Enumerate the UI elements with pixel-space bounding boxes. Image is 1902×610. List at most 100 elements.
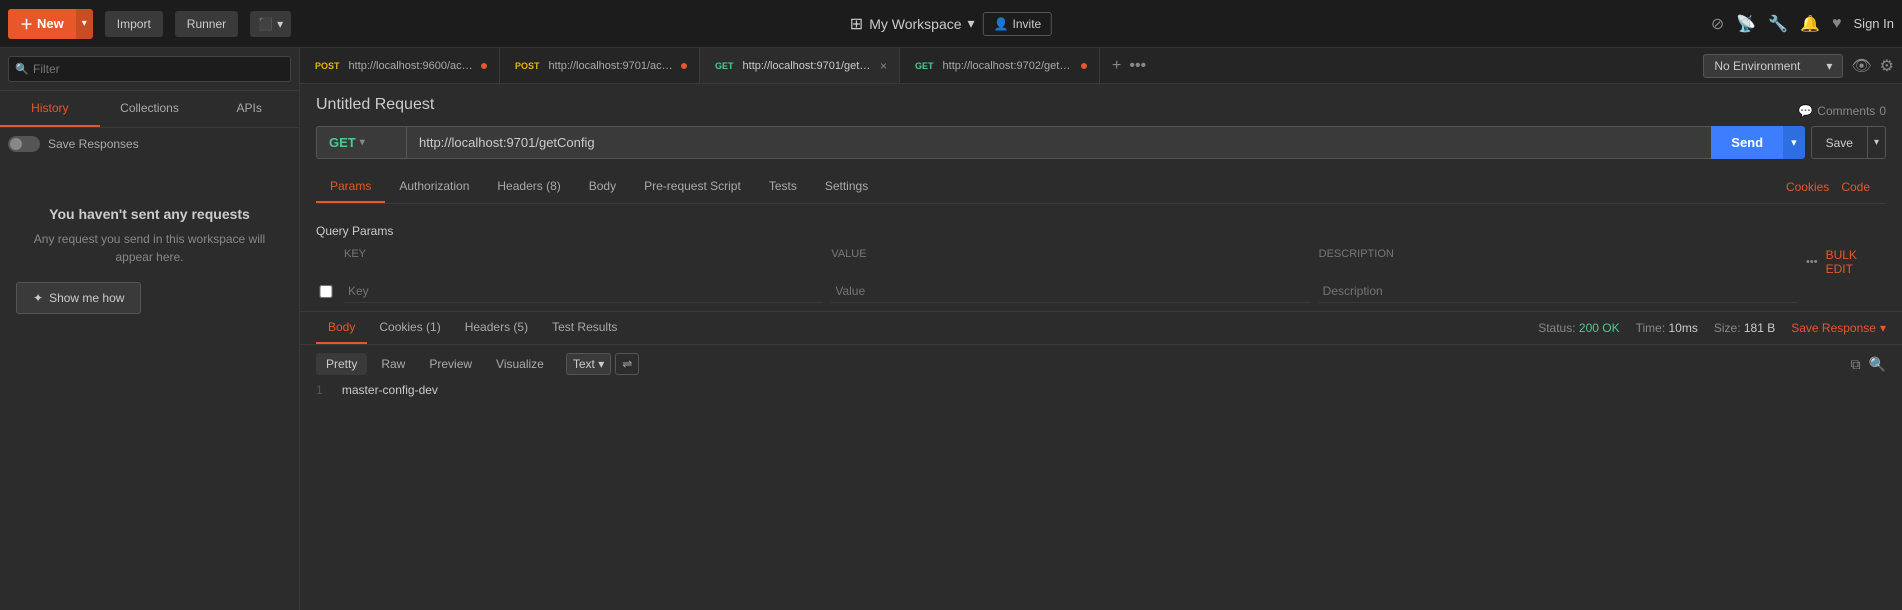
tab-dot-1 <box>681 63 687 69</box>
sidebar-tab-history[interactable]: History <box>0 91 100 127</box>
param-value-input[interactable] <box>831 280 1310 303</box>
bulk-edit-button[interactable]: Bulk Edit <box>1826 248 1886 276</box>
sidebar-content: You haven't sent any requests Any reques… <box>0 160 299 610</box>
save-dropdown-button[interactable]: ▾ <box>1868 126 1886 159</box>
send-btn-group: Send ▾ <box>1711 126 1804 159</box>
param-description-input[interactable] <box>1319 280 1798 303</box>
signin-button[interactable]: Sign In <box>1854 16 1894 31</box>
send-button[interactable]: Send <box>1711 126 1783 159</box>
person-icon: 👤 <box>994 17 1009 31</box>
sidebar-tab-collections[interactable]: Collections <box>100 91 200 127</box>
save-button[interactable]: Save <box>1811 126 1868 159</box>
send-label: Send <box>1731 135 1763 150</box>
request-tabs: POST http://localhost:9600/actuat... POS… <box>300 48 1902 84</box>
resp-tab-body[interactable]: Body <box>316 312 367 344</box>
url-input[interactable] <box>406 126 1711 159</box>
comment-icon: 💬 <box>1798 104 1813 118</box>
runner-button[interactable]: Runner <box>175 11 238 37</box>
param-tabs: Params Authorization Headers (8) Body Pr… <box>316 171 1770 203</box>
param-tab-body[interactable]: Body <box>575 171 630 203</box>
filter-input[interactable] <box>8 56 291 82</box>
param-tab-prerequest[interactable]: Pre-request Script <box>630 171 755 203</box>
param-checkbox[interactable] <box>316 285 336 298</box>
tests-tab-label: Tests <box>769 179 797 193</box>
method-selector[interactable]: GET ▾ <box>316 126 406 159</box>
description-header: DESCRIPTION <box>1319 248 1798 276</box>
status-value: 200 OK <box>1579 321 1620 335</box>
sidebar-search-area: 🔍 <box>0 48 299 91</box>
request-tab-0[interactable]: POST http://localhost:9600/actuat... <box>300 48 500 83</box>
send-dropdown-button[interactable]: ▾ <box>1783 126 1805 159</box>
method-badge-post-1: POST <box>512 60 543 72</box>
visualize-label: Visualize <box>496 357 544 371</box>
param-tab-settings[interactable]: Settings <box>811 171 882 203</box>
wrench-icon[interactable]: 🔧 <box>1768 14 1788 34</box>
format-select[interactable]: Text ▾ <box>566 353 611 375</box>
resp-tab-cookies[interactable]: Cookies (1) <box>367 312 452 344</box>
new-btn-group: ＋ New ▾ <box>8 9 93 39</box>
param-tab-params[interactable]: Params <box>316 171 385 203</box>
request-tab-3[interactable]: GET http://localhost:9702/getConfig <box>900 48 1100 83</box>
new-button[interactable]: ＋ New <box>8 9 76 39</box>
request-tab-2[interactable]: GET http://localhost:9701/getCo... × <box>700 48 900 83</box>
response-meta: Status: 200 OK Time: 10ms Size: 181 B Sa… <box>1538 321 1886 335</box>
param-tab-authorization[interactable]: Authorization <box>385 171 483 203</box>
cookies-link[interactable]: Cookies <box>1786 172 1829 202</box>
request-tab-1[interactable]: POST http://localhost:9701/actuat... <box>500 48 700 83</box>
sidebar-tabs: History Collections APIs <box>0 91 299 128</box>
grid-icon: ⊞ <box>850 14 863 34</box>
heart-icon[interactable]: ♥ <box>1832 15 1842 33</box>
import-button[interactable]: Import <box>105 11 163 37</box>
format-preview-button[interactable]: Preview <box>419 353 482 375</box>
param-tab-tests[interactable]: Tests <box>755 171 811 203</box>
save-responses-label: Save Responses <box>48 137 139 151</box>
line-number-1: 1 <box>316 383 323 397</box>
resp-tab-test-results[interactable]: Test Results <box>540 312 629 344</box>
eye-icon[interactable]: 👁 <box>1851 56 1871 76</box>
code-area: 1 master-config-dev <box>316 383 1886 398</box>
add-tab-button[interactable]: + <box>1112 57 1121 75</box>
params-header: KEY VALUE DESCRIPTION ••• Bulk Edit <box>316 244 1886 280</box>
new-label: New <box>37 16 64 31</box>
authorization-tab-label: Authorization <box>399 179 469 193</box>
workspace-button[interactable]: ⊞ My Workspace ▾ <box>850 14 975 34</box>
save-response-button[interactable]: Save Response ▾ <box>1791 321 1886 335</box>
search-icon: 🔍 <box>15 63 29 76</box>
satellite-icon[interactable]: 📡 <box>1736 14 1756 34</box>
method-chevron: ▾ <box>360 137 365 148</box>
query-params-section: Query Params KEY VALUE DESCRIPTION ••• B… <box>300 216 1902 311</box>
save-response-chevron: ▾ <box>1880 321 1886 335</box>
code-link[interactable]: Code <box>1841 172 1870 202</box>
show-me-button[interactable]: ✦ Show me how <box>16 282 141 314</box>
param-key-input[interactable] <box>344 280 823 303</box>
search-disabled-icon[interactable]: ⊘ <box>1711 14 1724 34</box>
settings-icon[interactable]: ⚙ <box>1880 56 1894 76</box>
more-tabs-button[interactable]: ••• <box>1129 57 1146 75</box>
bell-icon[interactable]: 🔔 <box>1800 14 1820 34</box>
search-response-icon[interactable]: 🔍 <box>1869 356 1886 373</box>
headers-tab-label: Headers (8) <box>497 179 560 193</box>
right-links: Cookies Code <box>1770 172 1886 202</box>
import-label: Import <box>117 17 151 31</box>
save-responses-row: Save Responses <box>0 128 147 160</box>
format-raw-button[interactable]: Raw <box>371 353 415 375</box>
tab-close-2[interactable]: × <box>880 59 887 73</box>
format-pretty-button[interactable]: Pretty <box>316 353 367 375</box>
sidebar-tab-apis[interactable]: APIs <box>199 91 299 127</box>
environment-selector[interactable]: No Environment ▾ <box>1703 54 1843 78</box>
line-content-1: master-config-dev <box>342 383 438 397</box>
format-visualize-button[interactable]: Visualize <box>486 353 554 375</box>
save-responses-toggle[interactable] <box>8 136 40 152</box>
param-tab-headers[interactable]: Headers (8) <box>483 171 574 203</box>
tab-url-0: http://localhost:9600/actuat... <box>349 60 475 72</box>
capture-button[interactable]: ⬛ ▾ <box>250 11 291 37</box>
more-dots[interactable]: ••• <box>1806 256 1818 268</box>
new-dropdown-button[interactable]: ▾ <box>76 9 93 39</box>
status-label: Status: <box>1538 321 1575 335</box>
wrap-button[interactable]: ⇌ <box>615 353 639 375</box>
comments-button[interactable]: 💬 Comments 0 <box>1798 104 1886 118</box>
copy-response-icon[interactable]: ⧉ <box>1851 356 1861 373</box>
tab-dot-0 <box>481 63 487 69</box>
resp-tab-headers[interactable]: Headers (5) <box>453 312 540 344</box>
invite-button[interactable]: 👤 Invite <box>983 12 1053 36</box>
